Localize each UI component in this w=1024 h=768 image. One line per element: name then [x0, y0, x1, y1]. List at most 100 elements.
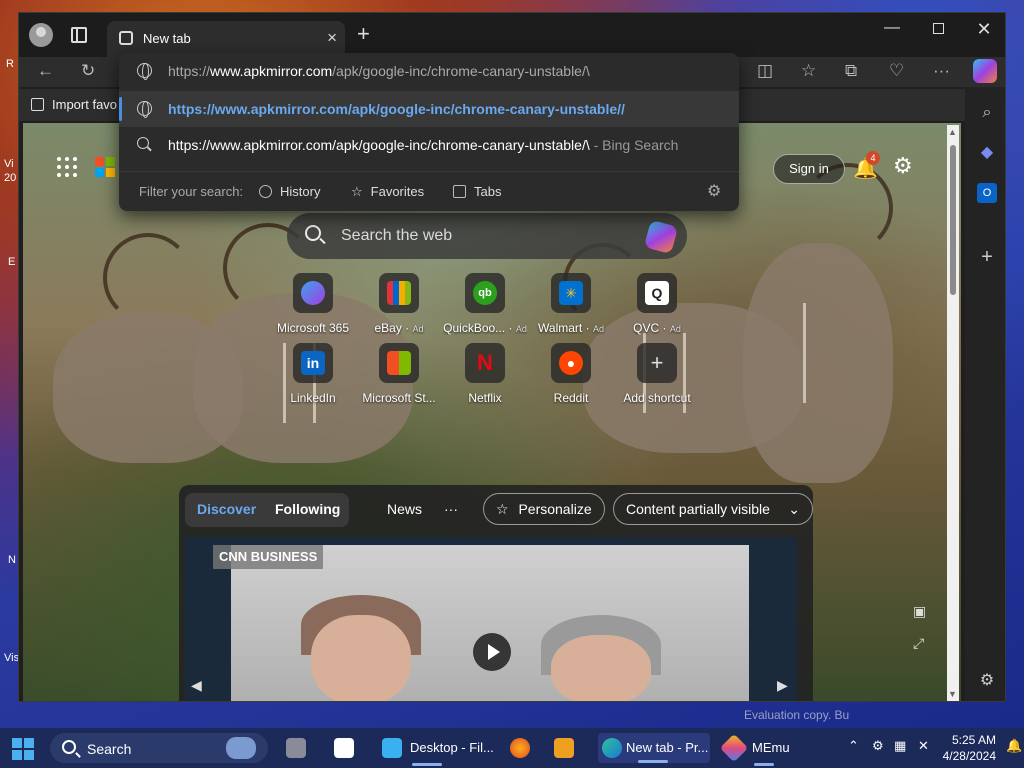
copilot-icon[interactable] — [643, 219, 679, 255]
expand-icon[interactable]: ⤢ — [913, 635, 924, 652]
media-player-icon — [554, 738, 574, 758]
desktop-label[interactable]: 20 — [4, 172, 16, 184]
background-image-icon[interactable]: ▣ — [913, 603, 926, 620]
shortcut-label: eBay · Ad — [374, 321, 424, 335]
collections-button[interactable]: ⧉ — [845, 61, 857, 81]
memu-button[interactable]: MEmu — [719, 733, 814, 766]
scroll-up-icon[interactable]: ▲ — [948, 127, 957, 137]
browser-essentials-button[interactable]: ♡ — [889, 61, 904, 81]
next-arrow-icon[interactable]: ▶ — [777, 677, 788, 694]
news-link[interactable]: News — [387, 501, 422, 517]
outlook-icon[interactable]: O — [977, 183, 997, 203]
filter-settings-gear-icon[interactable]: ⚙ — [707, 181, 721, 201]
tray-app-icon[interactable]: ⚙ — [872, 738, 884, 754]
feed-more-button[interactable]: ··· — [444, 501, 458, 517]
split-screen-button[interactable]: ◫ — [757, 61, 773, 81]
shortcut-tile: in — [293, 343, 333, 383]
personalize-button[interactable]: ☆ Personalize — [483, 493, 605, 525]
close-tab-icon[interactable]: × — [327, 28, 337, 48]
play-button[interactable] — [473, 633, 511, 671]
shortcut-label: Microsoft St... — [362, 391, 436, 405]
shortcut-walmart[interactable]: ✳ Walmart · Ad — [529, 273, 613, 335]
shortcut-linkedin[interactable]: in LinkedIn — [271, 343, 355, 405]
scroll-down-icon[interactable]: ▼ — [948, 689, 957, 699]
shortcut-netflix[interactable]: N Netflix — [443, 343, 527, 405]
video-card[interactable]: CNN BUSINESS ◀ ▶ — [185, 537, 797, 701]
globe-icon — [137, 101, 152, 118]
system-clock[interactable]: 5:25 AM 4/28/2024 — [940, 732, 996, 764]
content-visibility-dropdown[interactable]: Content partially visible ⌄ — [613, 493, 813, 525]
refresh-button[interactable]: ↻ — [81, 61, 95, 81]
reddit-icon: ● — [559, 351, 583, 375]
edge-taskbar-button[interactable]: New tab - Pr... — [598, 733, 710, 763]
qvc-icon: Q — [645, 281, 669, 305]
shortcut-quickbooks[interactable]: qb QuickBoo... · Ad — [443, 273, 527, 335]
tab-following[interactable]: Following — [275, 501, 340, 517]
personalize-label: Personalize — [518, 501, 592, 517]
tab-new-tab[interactable]: New tab × — [107, 21, 345, 57]
shortcut-tile: + — [637, 343, 677, 383]
filter-history[interactable]: History — [259, 184, 320, 199]
search-suggestion-text: https://www.apkmirror.com/apk/google-inc… — [168, 137, 679, 153]
copilot-button[interactable] — [973, 59, 997, 83]
taskbar-search[interactable]: Search — [50, 733, 268, 763]
add-sidebar-app-icon[interactable]: + — [977, 247, 997, 267]
favorites-button[interactable]: ☆ — [801, 61, 816, 81]
taskbar-search-label: Search — [87, 741, 132, 757]
previous-arrow-icon[interactable]: ◀ — [191, 677, 202, 694]
address-input[interactable]: https://www.apkmirror.com/apk/google-inc… — [119, 53, 739, 89]
page-scrollbar[interactable]: ▲ ▼ — [947, 125, 959, 701]
shortcut-reddit[interactable]: ● Reddit — [529, 343, 613, 405]
shortcut-ebay[interactable]: eBay · Ad — [357, 273, 441, 335]
active-indicator — [754, 763, 774, 766]
network-icon[interactable]: ▦ — [894, 738, 906, 754]
add-shortcut-button[interactable]: + Add shortcut — [615, 343, 699, 405]
web-search-box[interactable]: Search the web — [287, 213, 687, 259]
star-icon: ☆ — [351, 184, 363, 199]
profile-avatar[interactable] — [29, 23, 53, 47]
edge-window-label: New tab - Pr... — [626, 740, 709, 755]
desktop-label[interactable]: R — [6, 58, 14, 70]
start-button[interactable] — [12, 738, 34, 760]
scrollbar-thumb[interactable] — [950, 145, 956, 295]
volume-muted-icon[interactable]: ✕ — [918, 738, 929, 754]
shortcut-qvc[interactable]: Q QVC · Ad — [615, 273, 699, 335]
shortcut-microsoft-365[interactable]: Microsoft 365 — [271, 273, 355, 335]
file-explorer-button[interactable]: Desktop - Fil... — [382, 736, 494, 766]
content-visibility-label: Content partially visible — [626, 501, 770, 517]
new-tab-favicon-icon — [119, 31, 133, 45]
filter-favorites[interactable]: ☆ Favorites — [351, 184, 424, 200]
new-tab-button[interactable]: + — [357, 21, 370, 47]
page-settings-gear-icon[interactable]: ⚙ — [893, 153, 913, 179]
notifications-icon[interactable]: 🔔 — [1006, 738, 1022, 754]
filter-tabs[interactable]: Tabs — [453, 184, 501, 199]
tab-discover[interactable]: Discover — [197, 501, 256, 517]
tab-actions-icon[interactable] — [71, 27, 87, 43]
desktop-label[interactable]: N — [8, 554, 16, 566]
shortcut-microsoft-store[interactable]: Microsoft St... — [357, 343, 441, 405]
desktop-label[interactable]: E — [8, 256, 15, 268]
desktop-label[interactable]: Vis — [4, 652, 19, 664]
search-icon[interactable]: ⌕ — [977, 103, 997, 123]
search-suggestion[interactable]: https://www.apkmirror.com/apk/google-inc… — [119, 127, 739, 163]
right-sidebar: ⌕ ◆ O + ⚙ — [965, 87, 1005, 701]
netflix-icon: N — [477, 350, 493, 375]
copilot-sidebar-icon[interactable]: ◆ — [977, 143, 997, 163]
minimize-button[interactable]: — — [877, 19, 907, 37]
desktop-label[interactable]: Vi — [4, 158, 14, 170]
url-suggestion[interactable]: https://www.apkmirror.com/apk/google-inc… — [119, 91, 739, 127]
maximize-button[interactable] — [923, 21, 953, 39]
memu-icon — [719, 733, 749, 763]
tab-title: New tab — [143, 31, 191, 46]
chevron-down-icon: ⌄ — [788, 501, 800, 517]
search-filter-bar: Filter your search: History ☆ Favorites T… — [119, 171, 739, 209]
back-button[interactable]: ← — [37, 61, 54, 81]
import-favorites-link[interactable]: Import favo — [31, 97, 117, 112]
close-window-button[interactable]: ✕ — [969, 19, 999, 40]
cnn-business-logo: CNN BUSINESS — [213, 545, 324, 569]
apps-launcher-icon[interactable] — [57, 157, 79, 179]
sign-in-button[interactable]: Sign in — [773, 154, 845, 184]
show-hidden-icons-chevron-icon[interactable]: ⌃ — [848, 738, 859, 754]
sidebar-settings-icon[interactable]: ⚙ — [977, 671, 997, 691]
more-menu-button[interactable]: ··· — [933, 61, 950, 81]
